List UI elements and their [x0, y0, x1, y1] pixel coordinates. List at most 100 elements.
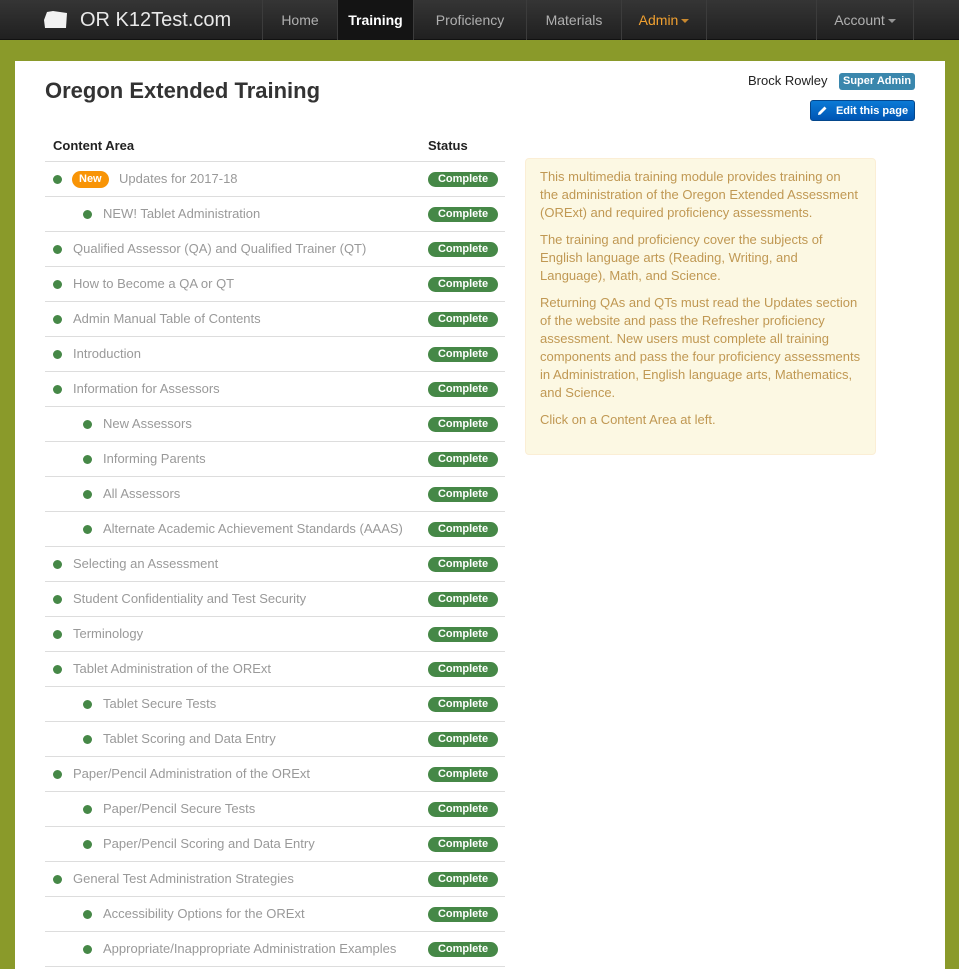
info-paragraph: The training and proficiency cover the s…: [540, 232, 823, 283]
nav-account-dropdown[interactable]: Account: [816, 0, 914, 40]
content-area-link[interactable]: Tablet Administration of the ORExt: [73, 661, 271, 676]
bullet-icon: [53, 560, 62, 569]
bullet-icon: [53, 595, 62, 604]
table-row[interactable]: Tablet Administration of the ORExt Comple…: [45, 652, 505, 687]
bullet-icon: [83, 805, 92, 814]
content-area-link[interactable]: Appropriate/Inappropriate Administration…: [103, 941, 396, 956]
content-area-link[interactable]: Terminology: [73, 626, 143, 641]
top-navbar: OR K12Test.com Home Training Proficiency…: [0, 0, 959, 40]
content-area-link[interactable]: Accessibility Options for the ORExt: [103, 906, 305, 921]
table-row[interactable]: Alternate Academic Achievement Standards…: [45, 512, 505, 547]
table-row[interactable]: Informing Parents Complete: [45, 442, 505, 477]
brand-name: OR K12Test.com: [80, 8, 232, 31]
bullet-icon: [53, 175, 62, 184]
pencil-icon: [817, 105, 828, 116]
nav-home-label: Home: [281, 12, 319, 28]
table-row[interactable]: Qualified Assessor (QA) and Qualified Tr…: [45, 232, 505, 267]
nav-materials-label: Materials: [545, 12, 603, 28]
table-row[interactable]: New Updates for 2017-18 Complete: [45, 162, 505, 197]
edit-page-button[interactable]: Edit this page: [810, 100, 915, 121]
nav-training[interactable]: Training: [337, 0, 413, 40]
status-badge: Complete: [428, 662, 498, 677]
content-area-link[interactable]: Alternate Academic Achievement Standards…: [103, 521, 403, 536]
nav-account-label: Account: [834, 12, 885, 28]
table-row[interactable]: All Assessors Complete: [45, 477, 505, 512]
table-row[interactable]: Selecting an Assessment Complete: [45, 547, 505, 582]
table-row[interactable]: Paper/Pencil Scoring and Data Entry Compl…: [45, 827, 505, 862]
status-badge: Complete: [428, 732, 498, 747]
table-row[interactable]: How to Become a QA or QT Complete: [45, 267, 505, 302]
table-header: Content Area Status: [45, 129, 505, 162]
content-area-link[interactable]: Introduction: [73, 346, 141, 361]
bullet-icon: [53, 315, 62, 324]
info-box: This multimedia training module provides…: [525, 158, 876, 455]
content-area-link[interactable]: NEW! Tablet Administration: [103, 206, 260, 221]
bullet-icon: [83, 210, 92, 219]
content-area-link[interactable]: General Test Administration Strategies: [73, 871, 294, 886]
content-area-link[interactable]: Admin Manual Table of Contents: [73, 311, 261, 326]
table-row[interactable]: New Assessors Complete: [45, 407, 505, 442]
table-row[interactable]: Appropriate/Inappropriate Administration…: [45, 932, 505, 967]
status-badge: Complete: [428, 907, 498, 922]
chevron-down-icon: [887, 19, 896, 23]
page-title: Oregon Extended Training: [45, 78, 321, 103]
nav-training-label: Training: [348, 12, 403, 28]
content-area-link[interactable]: Tablet Scoring and Data Entry: [103, 731, 276, 746]
content-area-link[interactable]: Updates for 2017-18: [119, 171, 238, 186]
table-body: New Updates for 2017-18 Complete NEW! Table…: [45, 162, 505, 967]
nav-proficiency[interactable]: Proficiency: [413, 0, 526, 40]
status-badge: Complete: [428, 487, 498, 502]
table-row[interactable]: Information for Assessors Complete: [45, 372, 505, 407]
bullet-icon: [83, 525, 92, 534]
content-area-link[interactable]: Informing Parents: [103, 451, 206, 466]
bullet-icon: [53, 385, 62, 394]
table-row[interactable]: Introduction Complete: [45, 337, 505, 372]
nav-home[interactable]: Home: [262, 0, 337, 40]
content-area-link[interactable]: Information for Assessors: [73, 381, 220, 396]
table-row[interactable]: Terminology Complete: [45, 617, 505, 652]
nav-materials[interactable]: Materials: [526, 0, 621, 40]
table-row[interactable]: Admin Manual Table of Contents Complete: [45, 302, 505, 337]
bullet-icon: [83, 455, 92, 464]
status-badge: Complete: [428, 207, 498, 222]
content-area-link[interactable]: Tablet Secure Tests: [103, 696, 216, 711]
status-badge: Complete: [428, 592, 498, 607]
content-area-link[interactable]: How to Become a QA or QT: [73, 276, 234, 291]
nav-proficiency-label: Proficiency: [435, 12, 505, 28]
table-row[interactable]: Paper/Pencil Administration of the ORExt…: [45, 757, 505, 792]
status-badge: Complete: [428, 522, 498, 537]
table-row[interactable]: Tablet Scoring and Data Entry Complete: [45, 722, 505, 757]
content-area-link[interactable]: Paper/Pencil Scoring and Data Entry: [103, 836, 315, 851]
status-badge: Complete: [428, 172, 498, 187]
content-area-link[interactable]: Student Confidentiality and Test Securit…: [73, 591, 306, 606]
status-badge: Complete: [428, 872, 498, 887]
content-area-link[interactable]: Paper/Pencil Administration of the ORExt: [73, 766, 310, 781]
table-row[interactable]: Tablet Secure Tests Complete: [45, 687, 505, 722]
column-header-status: Status: [428, 137, 468, 153]
content-area-link[interactable]: New Assessors: [103, 416, 192, 431]
status-badge: Complete: [428, 697, 498, 712]
new-badge: New: [72, 171, 109, 188]
nav-admin-label: Admin: [638, 12, 679, 28]
bullet-icon: [83, 490, 92, 499]
bullet-icon: [83, 945, 92, 954]
page-container: Oregon Extended Training Brock Rowley Su…: [15, 61, 945, 969]
nav-admin-dropdown[interactable]: Admin: [621, 0, 707, 40]
table-row[interactable]: NEW! Tablet Administration Complete: [45, 197, 505, 232]
brand-link[interactable]: OR K12Test.com: [44, 0, 231, 40]
status-badge: Complete: [428, 347, 498, 362]
chevron-down-icon: [681, 19, 690, 23]
role-badge: Super Admin: [839, 73, 916, 90]
content-area-link[interactable]: Selecting an Assessment: [73, 556, 218, 571]
status-badge: Complete: [428, 802, 498, 817]
table-row[interactable]: Paper/Pencil Secure Tests Complete: [45, 792, 505, 827]
content-area-link[interactable]: Qualified Assessor (QA) and Qualified Tr…: [73, 241, 366, 256]
content-area-link[interactable]: Paper/Pencil Secure Tests: [103, 801, 255, 816]
status-badge: Complete: [428, 837, 498, 852]
status-badge: Complete: [428, 417, 498, 432]
status-badge: Complete: [428, 277, 498, 292]
content-area-link[interactable]: All Assessors: [103, 486, 180, 501]
table-row[interactable]: General Test Administration Strategies Co…: [45, 862, 505, 897]
table-row[interactable]: Accessibility Options for the ORExt Compl…: [45, 897, 505, 932]
table-row[interactable]: Student Confidentiality and Test Securit…: [45, 582, 505, 617]
